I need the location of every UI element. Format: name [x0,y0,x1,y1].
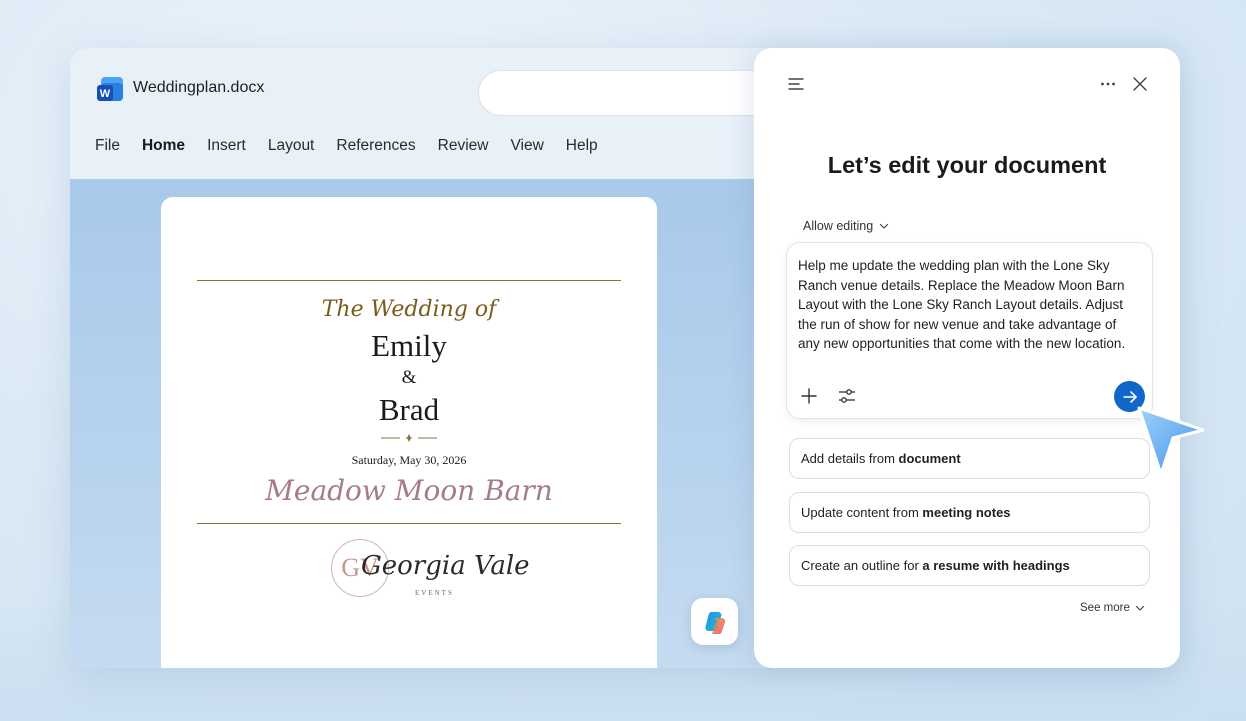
tab-insert[interactable]: Insert [207,137,246,161]
bottom-rule [197,523,621,524]
suggestion-prefix: Add details from [801,451,899,466]
logo-name: Georgia Vale [361,551,530,581]
prompt-input[interactable]: Help me update the wedding plan with the… [786,242,1153,419]
settings-sliders-icon[interactable] [838,388,856,404]
suggestion-prefix: Create an outline for [801,558,923,573]
see-more-link[interactable]: See more [1080,602,1145,614]
tab-references[interactable]: References [336,137,415,161]
ribbon-tabs: File Home Insert Layout References Revie… [95,137,620,161]
tab-view[interactable]: View [510,137,543,161]
partner-one-name: Emily [371,328,447,363]
prompt-text[interactable]: Help me update the wedding plan with the… [798,256,1133,354]
suggestion-emphasis: meeting notes [922,505,1011,520]
tab-file[interactable]: File [95,137,120,161]
menu-icon[interactable] [788,76,806,92]
venue-name: Meadow Moon Barn [265,474,553,507]
wedding-date: Saturday, May 30, 2026 [351,453,467,467]
suggestion-create-outline[interactable]: Create an outline for a resume with head… [789,545,1150,586]
chevron-down-icon [1135,605,1144,611]
copilot-icon [704,611,725,634]
logo-subtitle: EVENTS [415,589,454,597]
invitation-heading: The Wedding of [321,297,497,322]
ornament-divider [381,434,437,442]
suggestion-emphasis: a resume with headings [922,558,1070,573]
allow-editing-dropdown[interactable]: Allow editing [803,219,889,233]
add-icon[interactable] [801,388,817,404]
ampersand: & [401,367,417,388]
tab-review[interactable]: Review [438,137,489,161]
pointer-cursor-icon [1137,406,1205,476]
document-title: Weddingplan.docx [133,79,265,96]
top-rule [197,280,621,281]
allow-editing-label: Allow editing [803,219,874,233]
copilot-button[interactable] [691,598,738,645]
copilot-pane: Let’s edit your document Allow editing H… [754,48,1180,668]
planner-logo: GV Georgia Vale EVENTS [331,537,530,605]
tab-layout[interactable]: Layout [268,137,315,161]
suggestion-update-content[interactable]: Update content from meeting notes [789,492,1150,533]
tab-help[interactable]: Help [566,137,598,161]
word-icon: W [95,75,125,105]
suggestion-add-details[interactable]: Add details from document [789,438,1150,479]
copilot-title: Let’s edit your document [827,152,1107,178]
suggestion-prefix: Update content from [801,505,923,520]
chevron-down-icon [880,223,889,229]
more-options-icon[interactable] [1100,76,1116,92]
close-icon[interactable] [1133,77,1147,91]
suggestion-emphasis: document [898,451,961,466]
see-more-label: See more [1080,602,1130,614]
document-page[interactable]: The Wedding of Emily & Brad Saturday, Ma… [161,197,657,668]
partner-two-name: Brad [378,392,440,427]
svg-text:W: W [100,88,111,100]
tab-home[interactable]: Home [142,137,185,161]
